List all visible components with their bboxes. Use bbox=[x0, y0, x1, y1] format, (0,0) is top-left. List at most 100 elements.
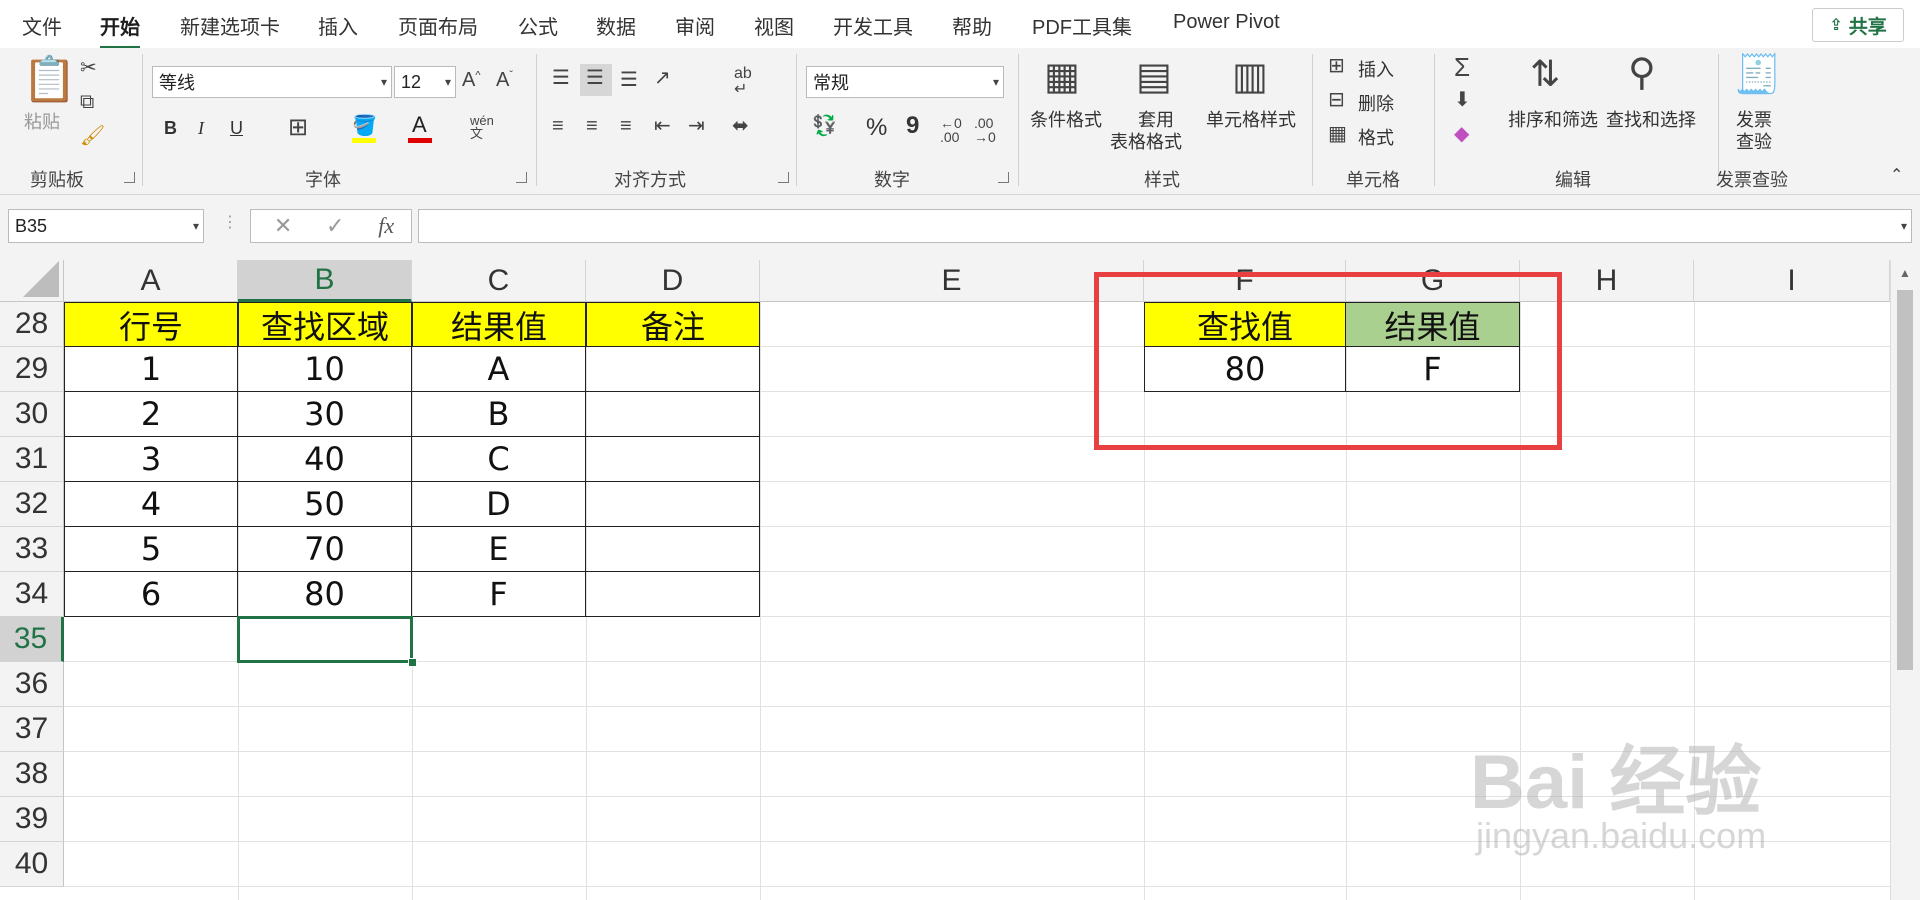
increase-indent-icon[interactable]: ⇥ bbox=[688, 116, 705, 136]
header-cell-b28[interactable]: 查找区域 bbox=[238, 302, 412, 347]
increase-font-icon[interactable]: A^ bbox=[462, 70, 481, 90]
row-header-38[interactable]: 38 bbox=[0, 752, 64, 797]
increase-decimal-icon[interactable]: ←0.00 bbox=[940, 116, 962, 144]
sort-filter-icon[interactable]: ⇅ bbox=[1530, 56, 1560, 92]
align-center-icon[interactable]: ≡ bbox=[586, 116, 598, 136]
sort-filter-button[interactable]: 排序和筛选 bbox=[1508, 106, 1598, 132]
collapse-ribbon-icon[interactable]: ⌃ bbox=[1890, 168, 1903, 184]
merge-center-icon[interactable]: ⬌ bbox=[732, 116, 749, 136]
table-cell[interactable]: D bbox=[412, 482, 586, 527]
font-size-select[interactable]: 12 ▾ bbox=[394, 66, 456, 98]
table-cell[interactable]: 3 bbox=[64, 437, 238, 482]
format-cells-icon[interactable]: ▦ bbox=[1328, 124, 1347, 144]
column-header-e[interactable]: E bbox=[760, 260, 1144, 302]
row-header-37[interactable]: 37 bbox=[0, 707, 64, 752]
table-cell[interactable]: 40 bbox=[238, 437, 412, 482]
autosum-icon[interactable]: Σ bbox=[1454, 54, 1470, 80]
table-cell[interactable]: 70 bbox=[238, 527, 412, 572]
row-header-36[interactable]: 36 bbox=[0, 662, 64, 707]
insert-function-button[interactable]: fx bbox=[378, 213, 394, 239]
tab-pdf-tools[interactable]: PDF工具集 bbox=[1032, 11, 1132, 40]
formula-input[interactable]: ▾ bbox=[418, 209, 1912, 243]
table-cell[interactable]: 10 bbox=[238, 347, 412, 392]
share-button[interactable]: ⇪ 共享 bbox=[1812, 8, 1904, 42]
delete-cells-button[interactable]: 删除 bbox=[1358, 90, 1394, 116]
table-cell[interactable]: C bbox=[412, 437, 586, 482]
column-header-i[interactable]: I bbox=[1694, 260, 1890, 302]
underline-button[interactable]: U bbox=[230, 118, 243, 139]
paste-icon[interactable]: 📋 bbox=[22, 58, 77, 102]
row-header-35[interactable]: 35 bbox=[0, 617, 64, 662]
table-cell[interactable]: 4 bbox=[64, 482, 238, 527]
find-select-button[interactable]: 查找和选择 bbox=[1606, 106, 1696, 132]
scrollbar-thumb[interactable] bbox=[1897, 290, 1913, 670]
table-cell[interactable]: 2 bbox=[64, 392, 238, 437]
tab-data[interactable]: 数据 bbox=[596, 11, 636, 40]
table-cell[interactable] bbox=[586, 347, 760, 392]
selected-cell-b35[interactable] bbox=[237, 616, 413, 663]
decrease-font-icon[interactable]: Aˇ bbox=[496, 70, 513, 90]
table-cell[interactable]: 50 bbox=[238, 482, 412, 527]
invoice-check-icon[interactable]: 🧾 bbox=[1734, 56, 1781, 94]
cell-styles-button[interactable]: 单元格样式 bbox=[1206, 106, 1296, 132]
align-right-icon[interactable]: ≡ bbox=[620, 116, 632, 136]
format-painter-icon[interactable]: 🖌 bbox=[80, 126, 105, 146]
invoice-line2[interactable]: 查验 bbox=[1736, 128, 1772, 154]
row-header-34[interactable]: 34 bbox=[0, 572, 64, 617]
paste-button[interactable]: 粘贴 bbox=[24, 108, 60, 134]
font-launcher-icon[interactable] bbox=[516, 172, 527, 183]
table-cell[interactable]: 6 bbox=[64, 572, 238, 617]
wrap-text-icon[interactable]: ab ↵ bbox=[734, 66, 752, 98]
format-cells-button[interactable]: 格式 bbox=[1358, 124, 1394, 150]
table-cell[interactable]: 1 bbox=[64, 347, 238, 392]
table-cell[interactable]: B bbox=[412, 392, 586, 437]
column-header-b[interactable]: B bbox=[238, 260, 412, 302]
select-all-button[interactable] bbox=[0, 260, 64, 302]
clipboard-launcher-icon[interactable] bbox=[124, 172, 135, 183]
table-cell[interactable]: F bbox=[412, 572, 586, 617]
align-left-icon[interactable]: ≡ bbox=[552, 116, 564, 136]
percent-button[interactable]: % bbox=[866, 114, 887, 142]
italic-button[interactable]: I bbox=[198, 118, 204, 139]
bold-button[interactable]: B bbox=[164, 118, 177, 139]
worksheet-grid[interactable]: A B C D E F G H I 28 29 30 31 32 33 34 3… bbox=[0, 260, 1920, 900]
insert-cells-icon[interactable]: ⊞ bbox=[1328, 56, 1345, 76]
fill-handle[interactable] bbox=[408, 658, 417, 667]
table-cell[interactable] bbox=[586, 527, 760, 572]
tab-view[interactable]: 视图 bbox=[754, 11, 794, 40]
format-as-table-icon[interactable]: ▤ bbox=[1136, 58, 1172, 96]
cell-styles-icon[interactable]: ▥ bbox=[1232, 58, 1268, 96]
clear-icon[interactable]: ◆ bbox=[1454, 124, 1469, 144]
row-header-40[interactable]: 40 bbox=[0, 842, 64, 887]
row-header-32[interactable]: 32 bbox=[0, 482, 64, 527]
tab-new-tab[interactable]: 新建选项卡 bbox=[180, 11, 280, 40]
table-cell[interactable]: 5 bbox=[64, 527, 238, 572]
row-header-31[interactable]: 31 bbox=[0, 437, 64, 482]
copy-icon[interactable]: ⧉ bbox=[80, 92, 94, 112]
number-launcher-icon[interactable] bbox=[998, 172, 1009, 183]
tab-power-pivot[interactable]: Power Pivot bbox=[1173, 11, 1280, 34]
enter-button[interactable]: ✓ bbox=[326, 213, 344, 239]
table-cell[interactable]: 80 bbox=[238, 572, 412, 617]
tab-developer[interactable]: 开发工具 bbox=[833, 11, 913, 40]
column-header-a[interactable]: A bbox=[64, 260, 238, 302]
row-header-33[interactable]: 33 bbox=[0, 527, 64, 572]
table-cell[interactable] bbox=[586, 437, 760, 482]
table-cell[interactable] bbox=[586, 482, 760, 527]
scroll-up-icon[interactable]: ▲ bbox=[1899, 266, 1911, 280]
find-select-icon[interactable]: ⚲ bbox=[1628, 54, 1656, 92]
delete-cells-icon[interactable]: ⊟ bbox=[1328, 90, 1345, 110]
conditional-format-button[interactable]: 条件格式 bbox=[1030, 106, 1102, 132]
tab-review[interactable]: 审阅 bbox=[675, 11, 715, 40]
vertical-scrollbar[interactable]: ▲ bbox=[1890, 260, 1920, 900]
orientation-icon[interactable]: ↗ bbox=[654, 68, 671, 88]
table-cell[interactable]: A bbox=[412, 347, 586, 392]
table-cell[interactable] bbox=[586, 392, 760, 437]
cut-icon[interactable]: ✂ bbox=[80, 58, 97, 78]
align-middle-icon[interactable]: ☰ bbox=[586, 68, 604, 88]
column-header-d[interactable]: D bbox=[586, 260, 760, 302]
phonetic-icon[interactable]: wén 文 bbox=[470, 114, 494, 140]
table-cell[interactable]: 30 bbox=[238, 392, 412, 437]
conditional-format-icon[interactable]: ▦ bbox=[1044, 58, 1080, 96]
format-as-table-line2[interactable]: 表格格式 bbox=[1110, 128, 1182, 154]
